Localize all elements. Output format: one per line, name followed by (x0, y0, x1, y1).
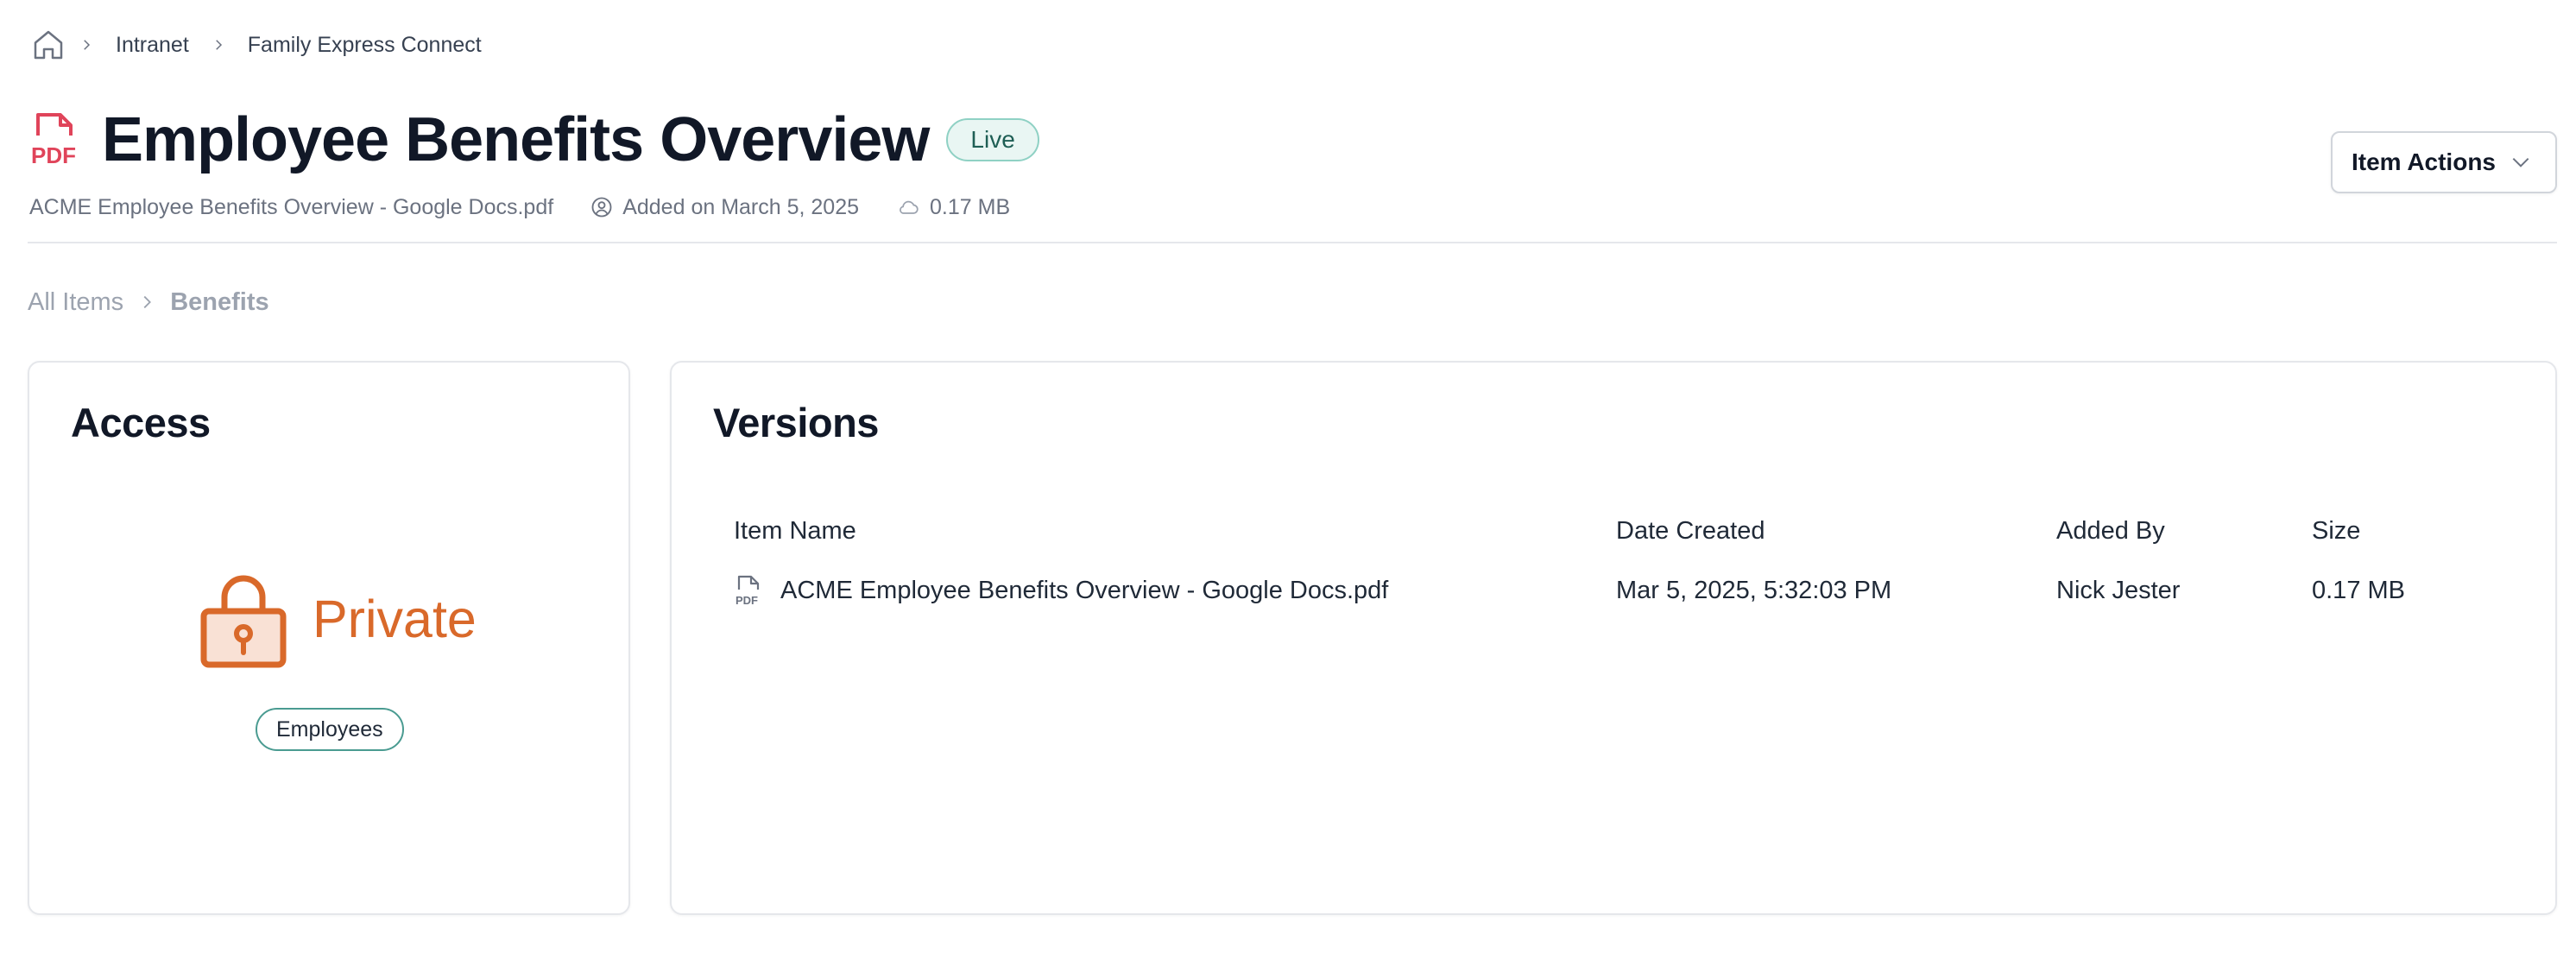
folder-breadcrumb-all-items[interactable]: All Items (28, 288, 123, 317)
meta-size-text: 0.17 MB (930, 194, 1011, 219)
chevron-right-icon (123, 293, 170, 312)
user-circle-icon (591, 197, 612, 218)
pdf-small-icon: PDF (734, 574, 763, 607)
access-level-label: Private (313, 590, 477, 648)
folder-breadcrumb-current: Benefits (170, 287, 269, 316)
column-header-item-name[interactable]: Item Name (713, 517, 1616, 546)
meta-size: 0.17 MB (895, 195, 1010, 220)
page-header: PDF Employee Benefits Overview Live (29, 100, 1039, 180)
breadcrumb: Intranet Family Express Connect (29, 26, 492, 64)
chevron-right-icon (67, 37, 105, 53)
svg-text:PDF: PDF (736, 594, 758, 607)
cloud-icon (900, 200, 919, 214)
folder-breadcrumb: All Items Benefits (28, 285, 269, 319)
versions-table: Item Name Date Created Added By Size PDF… (713, 509, 2517, 628)
home-icon[interactable] (29, 26, 67, 64)
table-row[interactable]: PDF ACME Employee Benefits Overview - Go… (713, 552, 2517, 628)
access-group-pill[interactable]: Employees (256, 708, 404, 751)
svg-text:PDF: PDF (31, 142, 76, 168)
column-header-added-by[interactable]: Added By (2056, 517, 2312, 546)
version-date: Mar 5, 2025, 5:32:03 PM (1616, 576, 1892, 604)
item-actions-button[interactable]: Item Actions (2331, 131, 2557, 193)
versions-card: Versions Item Name Date Created Added By… (670, 361, 2557, 915)
file-meta: ACME Employee Benefits Overview - Google… (29, 192, 1046, 223)
header-divider (28, 242, 2557, 243)
column-header-size[interactable]: Size (2312, 517, 2484, 546)
breadcrumb-item-intranet[interactable]: Intranet (105, 33, 199, 58)
meta-added-text: Added on March 5, 2025 (622, 194, 860, 219)
table-header: Item Name Date Created Added By Size (713, 509, 2517, 552)
breadcrumb-item-family-express-connect[interactable]: Family Express Connect (237, 33, 492, 58)
meta-filename-text: ACME Employee Benefits Overview - Google… (29, 194, 554, 219)
column-header-date-created[interactable]: Date Created (1616, 517, 2056, 546)
version-name-cell[interactable]: PDF ACME Employee Benefits Overview - Go… (713, 574, 1616, 607)
status-badge: Live (946, 118, 1039, 161)
versions-title: Versions (713, 400, 879, 445)
version-size: 0.17 MB (2312, 576, 2405, 604)
chevron-right-icon (199, 37, 237, 53)
pdf-file-icon: PDF (29, 110, 83, 170)
item-actions-label: Item Actions (2352, 148, 2496, 175)
lock-icon (199, 570, 288, 668)
access-title: Access (71, 400, 211, 445)
meta-added: Added on March 5, 2025 (590, 195, 859, 220)
version-name[interactable]: ACME Employee Benefits Overview - Google… (780, 577, 1388, 605)
chevron-down-icon (2512, 157, 2529, 167)
page-title: Employee Benefits Overview (102, 105, 930, 174)
access-level: Private (199, 570, 477, 668)
access-card: Access Private Employees (28, 361, 630, 915)
version-added-by: Nick Jester (2056, 576, 2181, 604)
meta-filename: ACME Employee Benefits Overview - Google… (29, 195, 553, 220)
